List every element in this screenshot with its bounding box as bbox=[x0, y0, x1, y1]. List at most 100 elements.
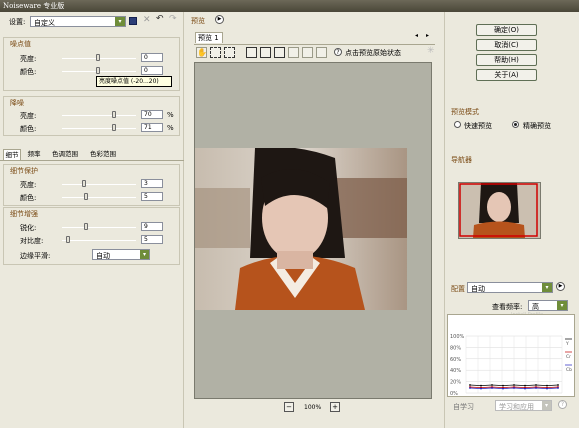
reduction-brightness-slider[interactable] bbox=[62, 115, 136, 116]
contrast-input[interactable]: 5 bbox=[141, 235, 163, 244]
zoom-in-button[interactable]: + bbox=[330, 402, 340, 412]
reduction-brightness-label: 亮度: bbox=[20, 112, 37, 120]
zoom-out-button[interactable]: − bbox=[284, 402, 294, 412]
sharpen-label: 锐化: bbox=[20, 224, 37, 232]
navigator-image bbox=[459, 183, 540, 238]
tab-color-range[interactable]: 色彩范围 bbox=[85, 149, 121, 160]
marquee-tool-icon[interactable] bbox=[210, 47, 221, 58]
paste-icon[interactable] bbox=[316, 47, 327, 58]
preview-image bbox=[195, 148, 407, 310]
delete-icon[interactable]: ✕ bbox=[143, 15, 151, 25]
help-icon[interactable]: ? bbox=[334, 48, 342, 56]
noise-color-input[interactable]: 0 bbox=[141, 66, 163, 75]
ok-button[interactable]: 确定(O) bbox=[476, 24, 537, 36]
tab-tone-range[interactable]: 色调范围 bbox=[47, 149, 83, 160]
reduction-brightness-input[interactable]: 70 bbox=[141, 110, 163, 119]
protect-brightness-input[interactable]: 3 bbox=[141, 179, 163, 188]
reduction-brightness-unit: % bbox=[167, 111, 174, 119]
edge-smooth-value: 自动 bbox=[96, 252, 110, 260]
config-label: 配置 bbox=[451, 285, 465, 293]
graph-point-cb bbox=[535, 387, 537, 389]
reduction-color-label: 颜色: bbox=[20, 125, 37, 133]
noise-brightness-thumb[interactable] bbox=[96, 54, 100, 61]
protect-color-slider[interactable] bbox=[62, 197, 136, 198]
graph-point-cb bbox=[524, 387, 526, 390]
noise-reduction-title: 降噪 bbox=[10, 99, 24, 107]
accurate-preview-radio[interactable] bbox=[512, 121, 519, 128]
protect-brightness-thumb[interactable] bbox=[82, 180, 86, 187]
single-view-icon[interactable] bbox=[246, 47, 257, 58]
save-icon[interactable] bbox=[129, 17, 137, 25]
tab-next-arrow[interactable]: ▸ bbox=[426, 32, 429, 39]
graph-y-tick: 60% bbox=[450, 357, 461, 363]
protect-brightness-slider[interactable] bbox=[62, 184, 136, 185]
split-vertical-icon[interactable] bbox=[274, 47, 285, 58]
sharpen-input[interactable]: 9 bbox=[141, 222, 163, 231]
noise-color-thumb[interactable] bbox=[96, 67, 100, 74]
detail-enhance-title: 细节增强 bbox=[10, 210, 38, 218]
busy-indicator-icon: ✳ bbox=[427, 46, 435, 56]
preview-toolbar: ✋ ? 点击预览原始状态 ✳ bbox=[194, 44, 435, 60]
preview-title: 预览 bbox=[191, 17, 205, 25]
expand-arrow-icon[interactable]: ▶ bbox=[556, 282, 565, 291]
protect-color-thumb[interactable] bbox=[84, 193, 88, 200]
tab-frequency[interactable]: 频率 bbox=[23, 149, 45, 160]
freq-value: 高 bbox=[532, 303, 539, 311]
contrast-thumb[interactable] bbox=[66, 236, 70, 243]
graph-point-cb bbox=[469, 387, 471, 389]
reduction-color-thumb[interactable] bbox=[112, 124, 116, 131]
graph-point-cb bbox=[491, 387, 493, 389]
graph-point-y bbox=[480, 384, 482, 387]
preview-area[interactable] bbox=[194, 62, 432, 399]
preview-hint: 点击预览原始状态 bbox=[345, 49, 401, 57]
chevron-down-icon: ▾ bbox=[557, 301, 567, 310]
split-horizontal-icon[interactable] bbox=[260, 47, 271, 58]
graph-point-cb bbox=[546, 387, 548, 390]
cancel-button[interactable]: 取消(C) bbox=[476, 39, 537, 51]
legend-label-y: Y bbox=[565, 341, 569, 347]
layers-icon[interactable] bbox=[288, 47, 299, 58]
about-button[interactable]: 关于(A) bbox=[476, 69, 537, 81]
graph-point-cb bbox=[513, 387, 515, 389]
fast-preview-label: 快速预览 bbox=[464, 122, 492, 130]
graph-point-y bbox=[469, 384, 471, 386]
marquee-add-icon[interactable] bbox=[224, 47, 235, 58]
zoom-level: 100% bbox=[304, 404, 322, 411]
navigator-thumbnail[interactable] bbox=[458, 182, 541, 239]
graph-y-tick: 20% bbox=[450, 380, 461, 386]
preset-dropdown[interactable]: 自定义 ▾ bbox=[30, 16, 126, 27]
chevron-down-icon: ▾ bbox=[542, 401, 551, 410]
sharpen-thumb[interactable] bbox=[84, 223, 88, 230]
reduction-color-input[interactable]: 71 bbox=[141, 123, 163, 132]
preview-mode-title: 预览模式 bbox=[451, 108, 479, 116]
chevron-down-icon: ▾ bbox=[140, 250, 149, 259]
graph-y-tick: 80% bbox=[450, 345, 461, 351]
graph-point-y bbox=[524, 384, 526, 387]
help-button[interactable]: 帮助(H) bbox=[476, 54, 537, 66]
tab-preview-1[interactable]: 预览 1 bbox=[195, 32, 223, 43]
contrast-slider[interactable] bbox=[62, 240, 136, 241]
frequency-graph[interactable]: 100% 80% 60% 40% 20% 0% Y Cr Cb bbox=[447, 314, 575, 397]
preset-label: 设置: bbox=[9, 18, 26, 26]
redo-icon[interactable]: ↷ bbox=[169, 14, 177, 24]
protect-color-label: 颜色: bbox=[20, 194, 37, 202]
tab-prev-arrow[interactable]: ◂ bbox=[415, 32, 418, 39]
protect-color-input[interactable]: 5 bbox=[141, 192, 163, 201]
reduction-color-slider[interactable] bbox=[62, 128, 136, 129]
edge-smooth-label: 边缘平滑: bbox=[20, 252, 51, 260]
sharpen-slider[interactable] bbox=[62, 227, 136, 228]
freq-dropdown[interactable]: 高 ▾ bbox=[528, 300, 568, 311]
learn-dropdown[interactable]: 学习和应用 ▾ bbox=[495, 400, 552, 411]
help-icon[interactable]: ? bbox=[558, 400, 567, 409]
detail-protection-group: 细节保护 亮度: 3 颜色: 5 bbox=[3, 164, 180, 206]
hand-tool-icon[interactable]: ✋ bbox=[196, 47, 207, 58]
noise-brightness-input[interactable]: 0 bbox=[141, 53, 163, 62]
edge-smooth-dropdown[interactable]: 自动 ▾ bbox=[92, 249, 150, 260]
expand-arrow-icon[interactable]: ▶ bbox=[215, 15, 224, 24]
copy-icon[interactable] bbox=[302, 47, 313, 58]
tab-detail[interactable]: 细节 bbox=[3, 149, 21, 160]
fast-preview-radio[interactable] bbox=[454, 121, 461, 128]
config-dropdown[interactable]: 自动 ▾ bbox=[467, 282, 553, 293]
undo-icon[interactable]: ↶ bbox=[156, 14, 164, 24]
reduction-brightness-thumb[interactable] bbox=[112, 111, 116, 118]
